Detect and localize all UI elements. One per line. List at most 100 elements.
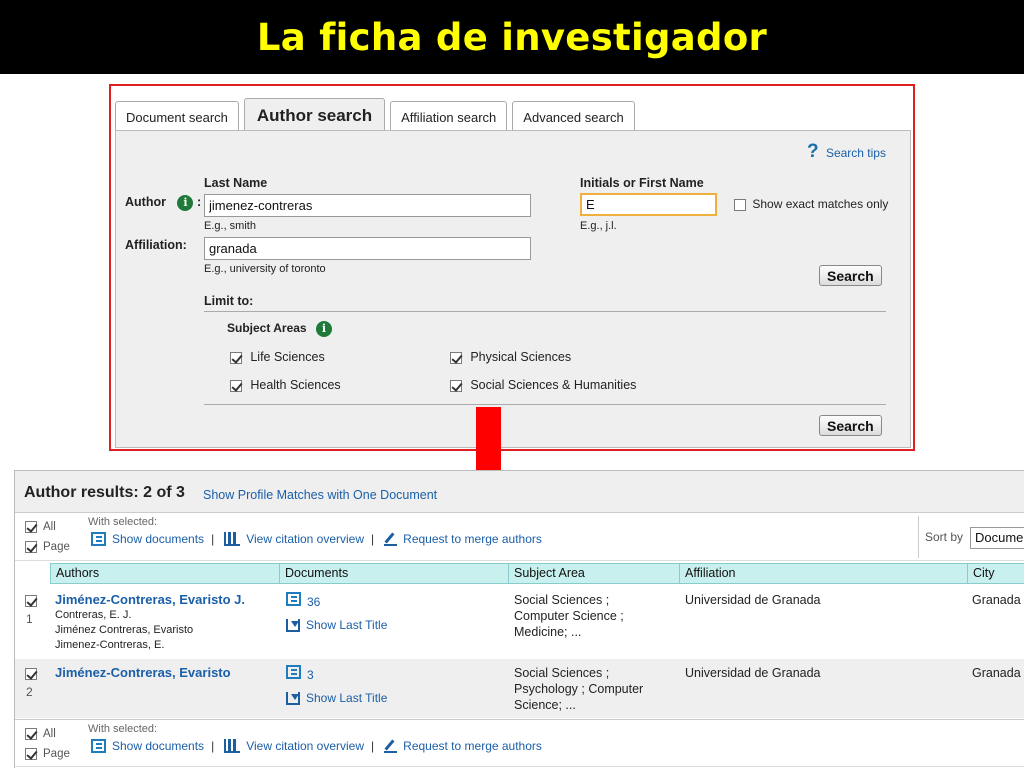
subject-area: Computer Science ; [514,609,624,623]
subject-areas-label: Subject Areas i [227,321,332,337]
slide-title-bar: La ficha de investigador [0,0,1024,74]
table-row: 1 Jiménez-Contreras, Evaristo J. Contrer… [15,585,1024,659]
exact-match-label: Show exact matches only [752,197,889,211]
subject-social-sciences[interactable]: Social Sciences & Humanities [450,378,636,392]
row-checkbox[interactable] [25,668,37,680]
author-colon: : [196,195,202,209]
sort-by-select[interactable]: Documents [970,527,1024,549]
first-name-input[interactable] [580,193,717,216]
exact-match-option[interactable]: Show exact matches only [734,197,888,211]
select-all[interactable]: All [25,728,56,740]
physical-sciences-checkbox[interactable] [450,351,462,364]
column-subject-area[interactable]: Subject Area [508,563,680,584]
page-label: Page [43,748,70,761]
social-sciences-label: Social Sciences & Humanities [470,378,637,392]
social-sciences-checkbox[interactable] [450,379,462,392]
info-icon[interactable]: i [315,321,332,337]
tab-document-search[interactable]: Document search [115,101,239,132]
subject-area: Psychology ; Computer [514,682,644,696]
results-toolbar-bottom: All Page With selected: Show documents |… [15,719,1024,767]
profile-matches-link[interactable]: Show Profile Matches with One Document [203,488,437,502]
column-affiliation[interactable]: Affiliation [679,563,968,584]
merge-authors-link[interactable]: Request to merge authors [403,532,542,546]
search-tabs: Document search Author search Affiliatio… [115,98,640,132]
download-icon [286,692,300,706]
city-value: Granada [972,593,1021,607]
physical-sciences-label: Physical Sciences [470,350,572,364]
all-label: All [43,521,56,534]
limit-to-label: Limit to: [204,294,254,308]
view-citation-link[interactable]: View citation overview [246,739,364,753]
life-sciences-checkbox[interactable] [230,351,242,364]
show-last-title-link[interactable]: Show Last Title [306,691,387,705]
sort-by-label: Sort by [918,516,963,558]
select-all[interactable]: All [25,521,56,533]
city-value: Granada [972,666,1021,680]
document-count-link[interactable]: 36 [307,595,320,609]
tab-affiliation-search[interactable]: Affiliation search [390,101,508,132]
merge-authors-link[interactable]: Request to merge authors [403,739,542,753]
last-name-hint: E.g., smith [204,220,256,232]
column-authors[interactable]: Authors [50,563,280,584]
affiliation-value: Universidad de Granada [685,593,821,607]
author-label: Author i : [125,195,201,211]
tab-author-search[interactable]: Author search [243,98,386,132]
with-selected-label: With selected: [88,723,158,735]
select-all-checkbox[interactable] [25,728,37,740]
search-button-bottom[interactable]: Search [819,415,882,436]
divider [204,311,886,312]
separator: | [371,532,375,546]
document-count-link[interactable]: 3 [307,668,314,682]
affiliation-hint: E.g., university of toronto [204,263,326,275]
document-count[interactable]: 3 [286,665,314,683]
chart-icon [224,739,241,753]
last-name-input[interactable] [204,194,531,217]
bulk-actions: Show documents | View citation overview … [91,532,542,546]
document-count[interactable]: 36 [286,592,320,610]
search-tips-link[interactable]: Search tips [826,146,886,160]
row-checkbox[interactable] [25,595,37,607]
select-page[interactable]: Page [25,748,70,760]
tab-advanced-search[interactable]: Advanced search [512,101,635,132]
help-icon: ? [807,141,819,162]
subject-physical-sciences[interactable]: Physical Sciences [450,350,571,364]
page-label: Page [43,541,70,554]
select-all-checkbox[interactable] [25,521,37,533]
search-tips[interactable]: ? Search tips [807,141,886,163]
health-sciences-checkbox[interactable] [230,379,242,392]
table-row: 2 Jiménez-Contreras, Evaristo 3 Show Las… [15,659,1024,718]
author-name-link[interactable]: Jiménez-Contreras, Evaristo J. [55,592,245,608]
show-last-title[interactable]: Show Last Title [286,690,387,706]
select-page-checkbox[interactable] [25,541,37,553]
subject-area: Science; ... [514,698,576,712]
row-number: 1 [26,612,33,626]
search-button-top[interactable]: Search [819,265,882,286]
show-last-title-link[interactable]: Show Last Title [306,618,387,632]
select-page-checkbox[interactable] [25,748,37,760]
show-documents-link[interactable]: Show documents [112,532,204,546]
subject-health-sciences[interactable]: Health Sciences [230,378,341,392]
download-icon [286,619,300,633]
with-selected-label: With selected: [88,516,158,528]
row-number: 2 [26,685,33,699]
author-name-link[interactable]: Jiménez-Contreras, Evaristo [55,665,231,681]
edit-icon [384,740,398,753]
show-last-title[interactable]: Show Last Title [286,617,387,633]
column-documents[interactable]: Documents [279,563,509,584]
results-title: Author results: 2 of 3 [24,484,185,501]
edit-icon [384,533,398,546]
subject-area: Social Sciences ; [514,593,610,607]
subject-life-sciences[interactable]: Life Sciences [230,350,325,364]
select-page[interactable]: Page [25,541,70,553]
info-icon[interactable]: i [177,195,194,211]
first-name-label: Initials or First Name [580,176,704,190]
show-documents-link[interactable]: Show documents [112,739,204,753]
view-citation-link[interactable]: View citation overview [246,532,364,546]
author-label-text: Author [125,195,166,209]
bulk-actions: Show documents | View citation overview … [91,739,542,753]
documents-icon [286,592,301,606]
exact-match-checkbox[interactable] [734,198,746,211]
column-city[interactable]: City [967,563,1024,584]
health-sciences-label: Health Sciences [250,378,341,392]
affiliation-input[interactable] [204,237,531,260]
